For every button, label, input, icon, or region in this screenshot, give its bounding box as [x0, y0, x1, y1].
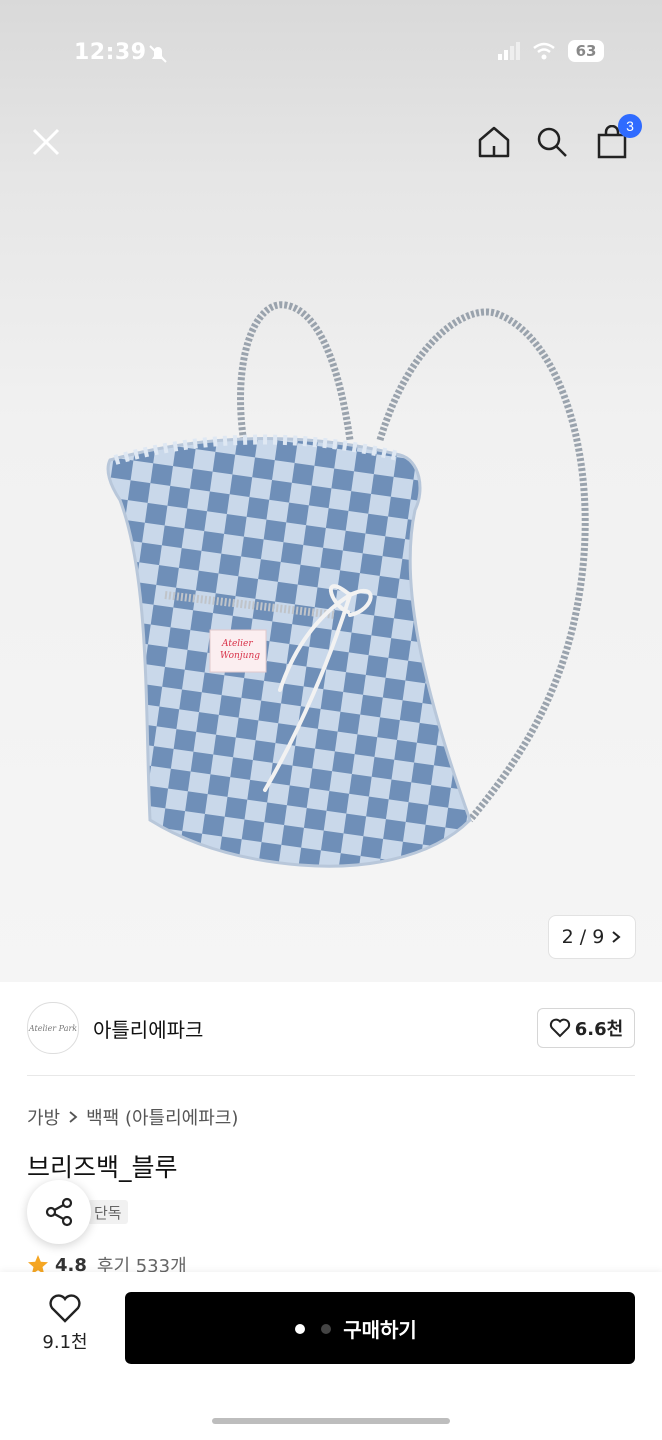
exclusive-tag: 단독: [88, 1200, 128, 1224]
search-button[interactable]: [530, 120, 574, 164]
store-name[interactable]: 아틀리에파크: [93, 1014, 203, 1043]
store-logo[interactable]: Atelier Park: [27, 1002, 79, 1054]
product-image-gallery[interactable]: 12:39 63 3 Atelier Wonjung 2 / 9: [0, 0, 662, 982]
product-photo: Atelier Wonjung: [106, 301, 589, 868]
chevron-right-icon: [69, 1111, 78, 1123]
breadcrumb: 가방 백팩 (아틀리에파크): [27, 1104, 238, 1130]
divider: [27, 1075, 635, 1076]
close-icon: [32, 128, 60, 156]
wifi-icon: [533, 42, 555, 60]
dot-indicator: [295, 1324, 305, 1334]
bag-label-line1: Atelier: [221, 639, 253, 649]
home-indicator[interactable]: [212, 1418, 450, 1424]
image-counter[interactable]: 2 / 9: [548, 915, 636, 959]
like-count: 9.1천: [42, 1332, 88, 1353]
signal-icon: [498, 42, 520, 60]
search-icon: [537, 127, 567, 157]
product-title: 브리즈백_블루: [27, 1153, 178, 1182]
chevron-right-icon: [612, 931, 621, 943]
status-indicators: 63: [498, 40, 604, 62]
store-favorite-button[interactable]: 6.6천: [537, 1008, 635, 1048]
buy-button[interactable]: 구매하기: [125, 1292, 635, 1364]
image-counter-text: 2 / 9: [561, 926, 605, 948]
status-time: 12:39: [74, 40, 147, 65]
close-button[interactable]: [24, 120, 68, 164]
dot-indicator: [321, 1324, 331, 1334]
heart-icon: [549, 1018, 570, 1038]
cart-button[interactable]: 3: [590, 114, 642, 164]
home-button[interactable]: [472, 120, 516, 164]
breadcrumb-category[interactable]: 가방: [27, 1104, 60, 1130]
share-button[interactable]: [27, 1180, 91, 1244]
bag-label-line2: Wonjung: [220, 651, 260, 661]
heart-icon: [49, 1294, 81, 1323]
store-favorite-count: 6.6천: [574, 1019, 624, 1040]
like-button[interactable]: 9.1천: [30, 1294, 100, 1358]
overlay-dots: [295, 1324, 331, 1334]
bell-muted-icon: [149, 45, 167, 63]
battery-indicator: 63: [568, 40, 604, 62]
breadcrumb-subcategory[interactable]: 백팩 (아틀리에파크): [86, 1104, 238, 1130]
bottom-action-bar: 9.1천 구매하기: [0, 1272, 662, 1440]
home-icon: [478, 126, 510, 158]
store-info[interactable]: Atelier Park 아틀리에파크 6.6천: [27, 1002, 635, 1054]
cart-count-badge: 3: [618, 114, 642, 138]
share-icon: [45, 1197, 73, 1227]
buy-button-label: 구매하기: [343, 1317, 417, 1342]
